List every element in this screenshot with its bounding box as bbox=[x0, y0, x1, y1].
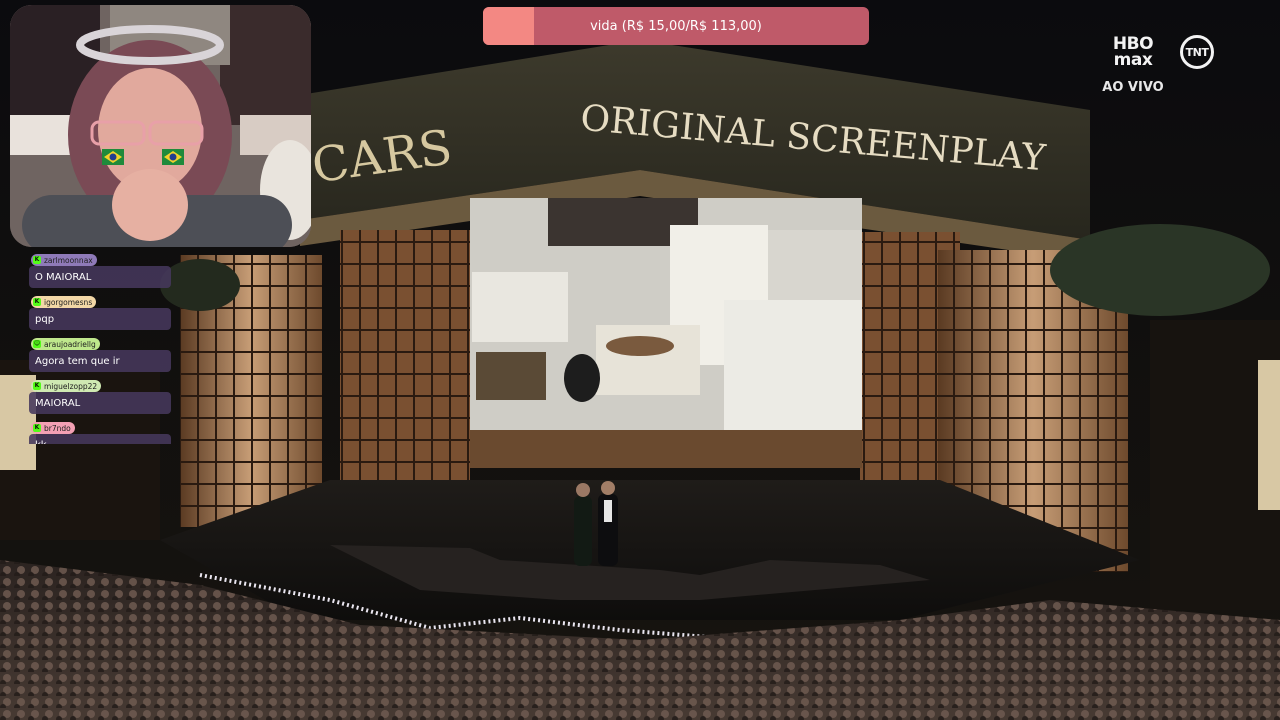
chat-bubble: pqp bbox=[29, 308, 171, 330]
chat-bubble: O MAIORAL bbox=[29, 266, 171, 288]
chat-message: K igorgomesns pqp bbox=[29, 296, 171, 338]
kick-badge-icon: K bbox=[33, 256, 41, 264]
webcam-feed bbox=[10, 5, 311, 247]
chat-bubble: Agora tem que ir bbox=[29, 350, 171, 372]
live-label: AO VIVO bbox=[1102, 80, 1164, 95]
chat-username[interactable]: miguelzopp22 bbox=[44, 382, 97, 391]
chat-bubble: kk bbox=[29, 434, 171, 444]
kick-badge-icon: K bbox=[33, 424, 41, 432]
chat-message-text: O MAIORAL bbox=[35, 271, 92, 283]
kick-badge-icon: K bbox=[33, 382, 41, 390]
chat-message-text: MAIORAL bbox=[35, 397, 81, 409]
tnt-logo: TNT bbox=[1180, 35, 1214, 69]
chat-username-tag: ☺ araujoadriellg bbox=[31, 338, 100, 350]
live-chat: K zarlmoonnax O MAIORAL K igorgomesns pq… bbox=[29, 254, 171, 444]
channel-logos: HBO max TNT AO VIVO bbox=[1100, 34, 1225, 100]
chat-username-tag: K miguelzopp22 bbox=[31, 380, 102, 392]
webcam-image bbox=[10, 5, 311, 247]
chat-message-text: Agora tem que ir bbox=[35, 355, 120, 367]
chat-message: K miguelzopp22 MAIORAL bbox=[29, 380, 171, 422]
chat-username-tag: K igorgomesns bbox=[31, 296, 97, 308]
chat-username[interactable]: br7ndo bbox=[44, 424, 71, 433]
chat-message-text: kk bbox=[35, 440, 47, 445]
chat-message: ☺ araujoadriellg Agora tem que ir bbox=[29, 338, 171, 380]
chat-username[interactable]: araujoadriellg bbox=[44, 340, 96, 349]
hbo-max-logo: HBO max bbox=[1106, 36, 1160, 70]
chat-message-text: pqp bbox=[35, 313, 55, 325]
kick-badge-icon: K bbox=[33, 298, 41, 306]
chat-bubble: MAIORAL bbox=[29, 392, 171, 414]
chat-message: K br7ndo kk bbox=[29, 422, 171, 444]
hbo-logo-line-2: max bbox=[1113, 50, 1153, 70]
chat-username[interactable]: zarlmoonnax bbox=[44, 256, 93, 265]
chat-username[interactable]: igorgomesns bbox=[44, 298, 92, 307]
chat-username-tag: K zarlmoonnax bbox=[31, 254, 97, 266]
tnt-logo-text: TNT bbox=[1185, 45, 1209, 59]
chat-username-tag: K br7ndo bbox=[31, 422, 75, 434]
donation-goal-label: vida (R$ 15,00/R$ 113,00) bbox=[590, 18, 762, 34]
emote-badge-icon: ☺ bbox=[33, 340, 41, 348]
donation-goal-bar: vida (R$ 15,00/R$ 113,00) bbox=[483, 7, 869, 45]
chat-message: K zarlmoonnax O MAIORAL bbox=[29, 254, 171, 296]
